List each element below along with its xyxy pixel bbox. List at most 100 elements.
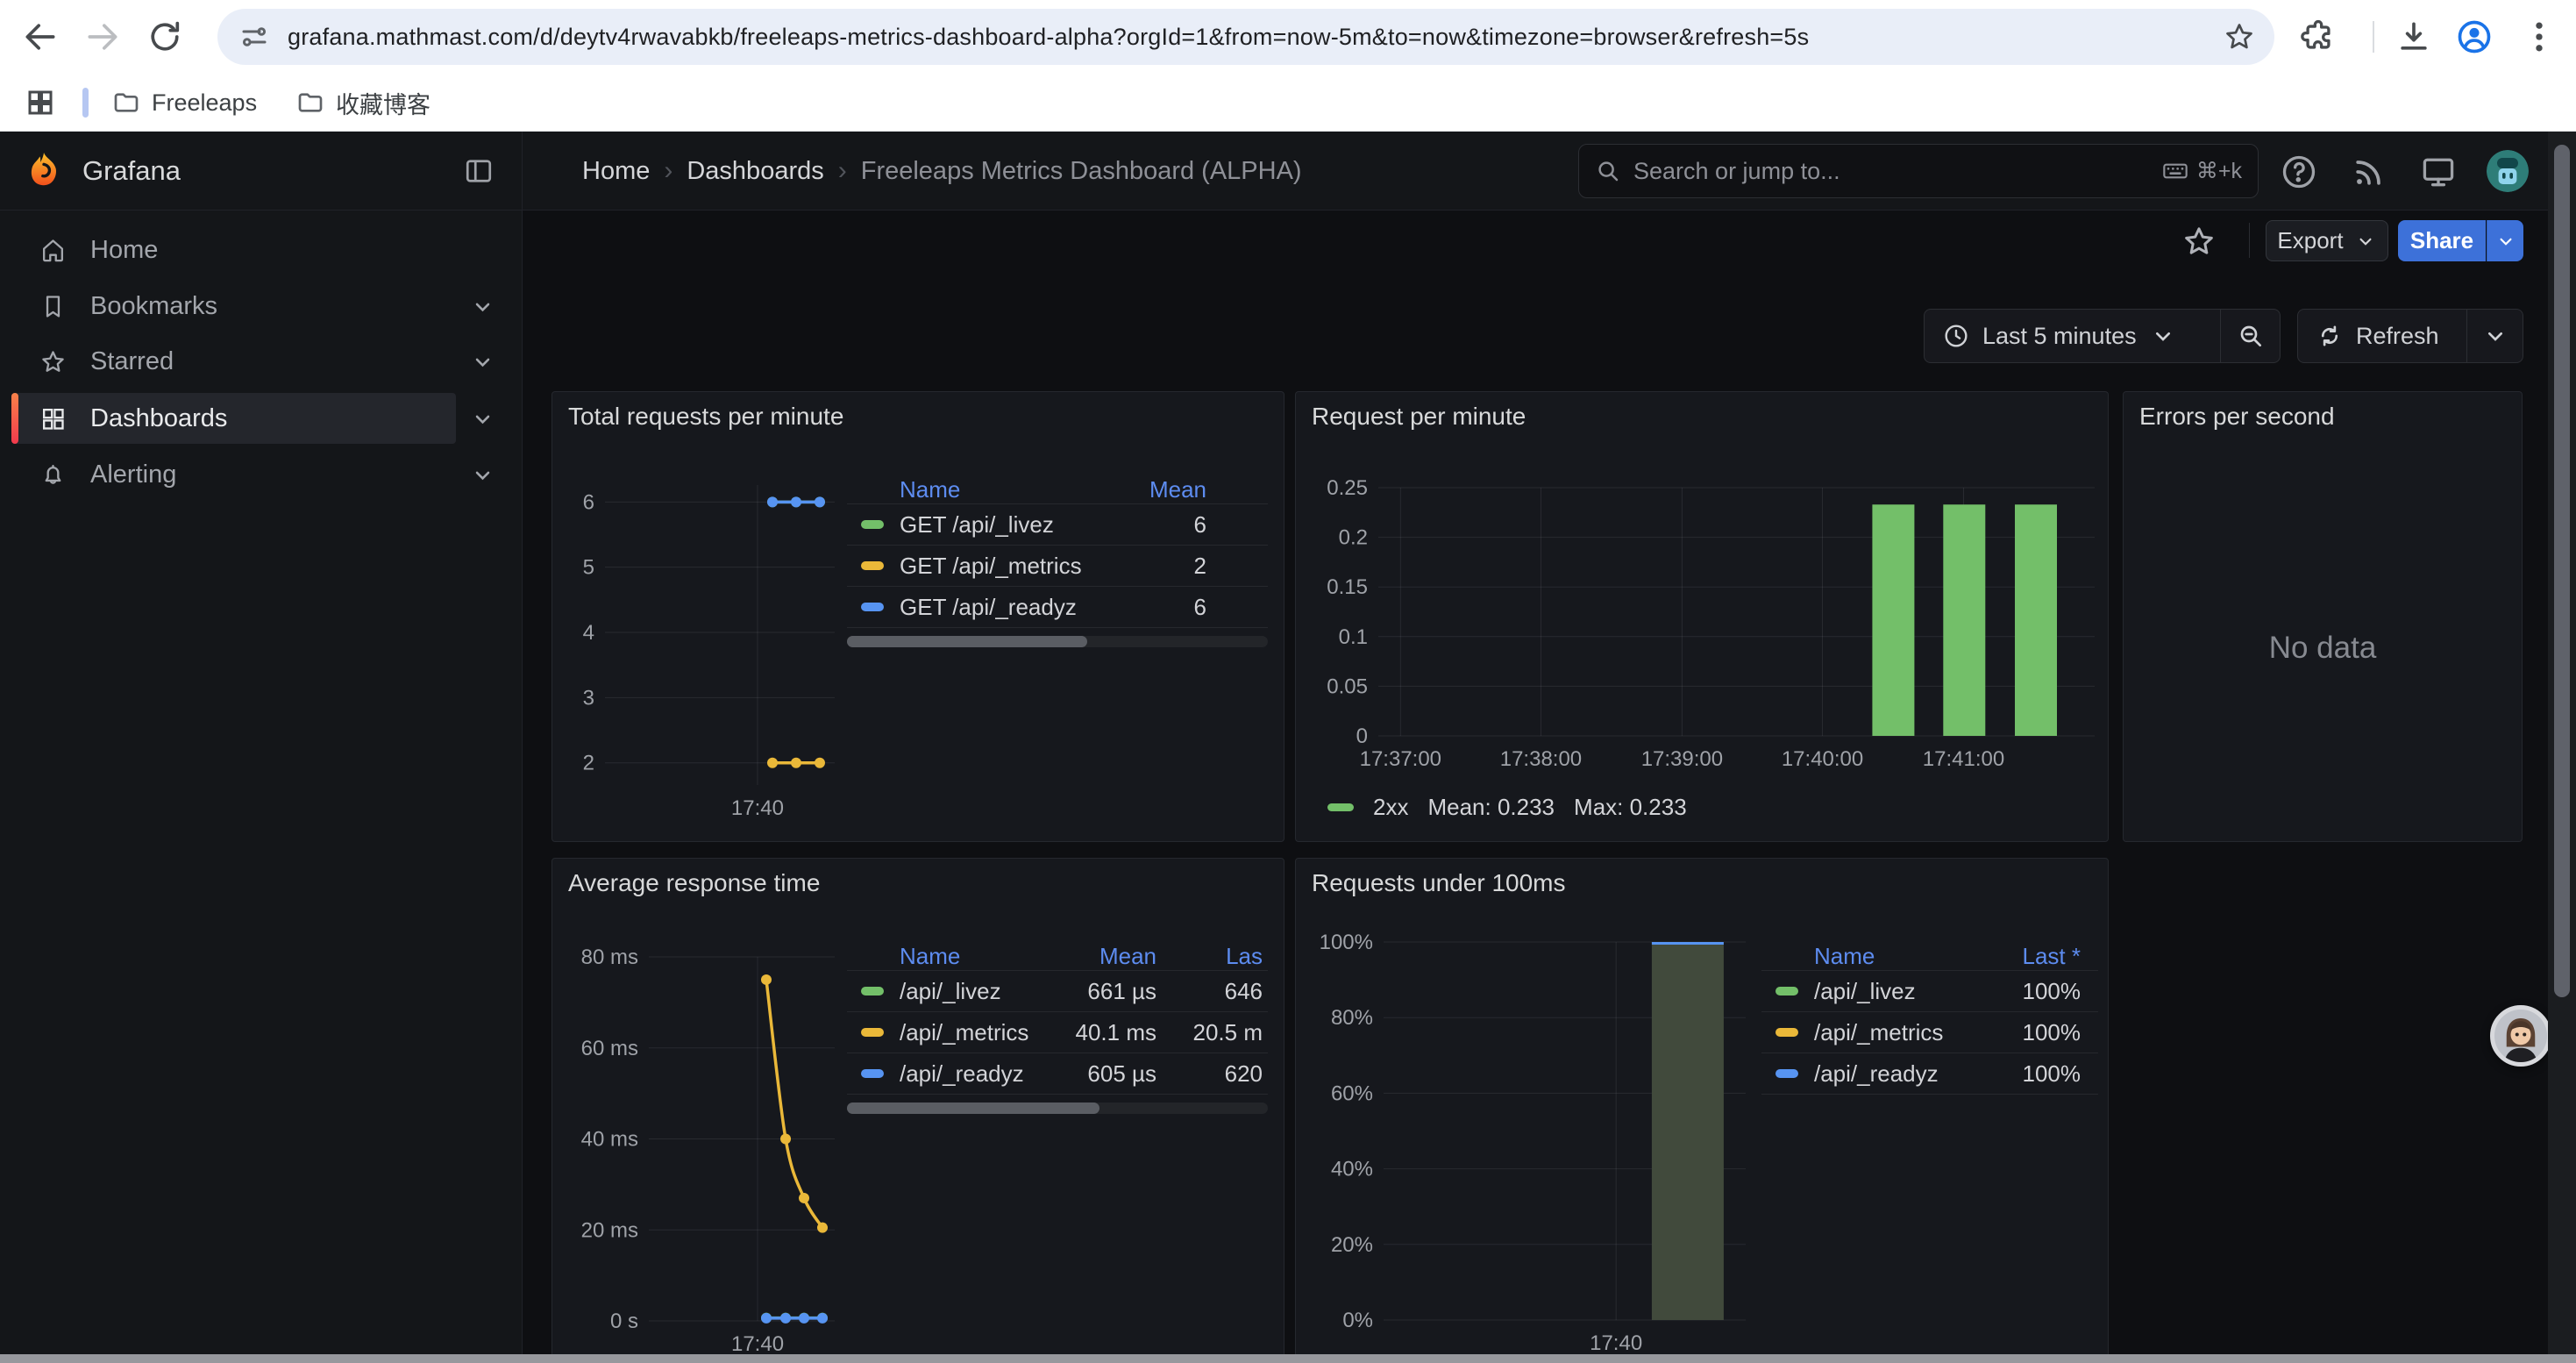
vertical-scrollbar[interactable] (2548, 132, 2576, 1363)
sidebar-item-alerting[interactable]: Alerting (11, 449, 456, 500)
breadcrumb-home[interactable]: Home (582, 157, 650, 186)
site-settings-icon[interactable] (238, 21, 270, 53)
reload-icon[interactable] (146, 18, 184, 56)
y-tick-label: 20% (1331, 1233, 1373, 1257)
sidebar-toggle-icon[interactable] (463, 155, 495, 187)
column-header[interactable]: Last * (1975, 943, 2081, 970)
bookmark-star-icon[interactable] (2224, 21, 2255, 53)
table-row: GET /api/_metrics2 (847, 546, 1268, 587)
sidebar-item-label: Dashboards (90, 404, 227, 433)
panel-title[interactable]: Average response time (568, 869, 820, 897)
table-row: /api/_readyz100% (1761, 1053, 2098, 1095)
sidebar-item-bookmarks[interactable]: Bookmarks (11, 281, 456, 332)
table-scrollbar[interactable] (847, 636, 1268, 647)
series-line (766, 980, 822, 1228)
grafana-logo[interactable] (23, 150, 65, 192)
apps-grid-icon[interactable] (25, 87, 56, 118)
series-color-pill[interactable] (861, 603, 884, 611)
kiosk-monitor-icon[interactable] (2419, 153, 2458, 191)
forward-icon[interactable] (83, 18, 122, 56)
panel-title[interactable]: Total requests per minute (568, 403, 843, 431)
sidebar-item-label: Bookmarks (90, 292, 217, 321)
table-row: GET /api/_livez6 (847, 504, 1268, 546)
search-placeholder: Search or jump to... (1633, 158, 2161, 185)
table-scrollbar-thumb[interactable] (847, 636, 1087, 647)
requests-under-100ms-chart[interactable]: 100%80%60%40%20%0%17:40 (1305, 927, 1831, 1363)
brand-name[interactable]: Grafana (82, 132, 181, 210)
column-header[interactable]: Mean (1050, 943, 1156, 970)
column-header[interactable]: Name (1761, 943, 1975, 970)
series-value: 605 µs (1050, 1060, 1156, 1088)
folder-icon (296, 89, 324, 117)
data-point (761, 974, 772, 985)
series-color-pill[interactable] (861, 1069, 884, 1078)
refresh-button[interactable]: Refresh (2298, 310, 2466, 362)
chevron-down-icon (2149, 322, 2177, 350)
search-input[interactable]: Search or jump to... ⌘+k (1578, 144, 2259, 198)
series-color-pill[interactable] (861, 520, 884, 529)
refresh-interval-button[interactable] (2466, 310, 2523, 362)
horizontal-scrollbar[interactable] (0, 1354, 2576, 1363)
user-avatar[interactable] (2487, 150, 2529, 192)
divider (2373, 21, 2374, 53)
column-header[interactable]: Name (847, 476, 1122, 503)
table-row: /api/_livez661 µs646 (847, 971, 1268, 1012)
column-header[interactable]: Mean (1122, 476, 1206, 503)
series-color-pill[interactable] (861, 561, 884, 570)
breadcrumb-dashboards[interactable]: Dashboards (687, 157, 823, 186)
search-icon (1595, 158, 1621, 184)
series-table: NameLast */api/_livez100%/api/_metrics10… (1761, 943, 2098, 1095)
series-table: NameMeanLas/api/_livez661 µs646/api/_met… (847, 943, 1268, 1114)
share-menu-button[interactable] (2487, 220, 2523, 261)
legend-series-name[interactable]: 2xx (1373, 794, 1408, 821)
chevron-down-icon[interactable] (469, 461, 496, 489)
extensions-icon[interactable] (2299, 18, 2338, 56)
bookmark-folder-blogs[interactable]: 收藏博客 (296, 84, 431, 121)
series-color-pill[interactable] (861, 1028, 884, 1037)
sidebar-item-dashboards[interactable]: Dashboards (11, 393, 456, 444)
help-icon[interactable] (2280, 153, 2318, 191)
bookmark-label: Freeleaps (152, 89, 257, 117)
navbar-brand-section: Grafana (0, 132, 523, 211)
back-icon[interactable] (21, 18, 60, 56)
chevron-down-icon[interactable] (469, 405, 496, 432)
table-scrollbar-thumb[interactable] (847, 1103, 1099, 1114)
column-header[interactable]: Name (847, 943, 1050, 970)
sidebar-item-starred[interactable]: Starred (11, 336, 456, 387)
legend-max: Max: 0.233 (1574, 794, 1687, 821)
export-button[interactable]: Export (2266, 220, 2388, 261)
series-color-pill[interactable] (861, 987, 884, 995)
zoom-out-icon (2237, 322, 2265, 350)
sidebar-item-home[interactable]: Home (11, 225, 456, 275)
chevron-down-icon[interactable] (469, 293, 496, 320)
table-scrollbar[interactable] (847, 1103, 1268, 1114)
favorite-star-icon[interactable] (2181, 224, 2217, 259)
downloads-icon[interactable] (2395, 18, 2433, 56)
browser-menu-icon[interactable] (2520, 18, 2558, 56)
share-button[interactable]: Share (2398, 220, 2486, 261)
panel-title[interactable]: Errors per second (2139, 403, 2335, 431)
data-point (817, 1313, 828, 1324)
series-color-pill[interactable] (1775, 987, 1798, 995)
data-point (791, 758, 801, 768)
news-rss-icon[interactable] (2350, 153, 2388, 191)
column-header[interactable]: Las (1156, 943, 1263, 970)
series-color-pill[interactable] (1775, 1069, 1798, 1078)
request-per-minute-chart[interactable]: 0.250.20.150.10.05017:37:0017:38:0017:39… (1305, 473, 2103, 832)
bookmark-folder-freeleaps[interactable]: Freeleaps (112, 84, 257, 121)
vertical-scrollbar-thumb[interactable] (2554, 145, 2570, 997)
profile-icon[interactable] (2455, 18, 2494, 56)
y-tick-label: 2 (583, 752, 594, 775)
series-color-pill[interactable] (1775, 1028, 1798, 1037)
x-tick-label: 17:41:00 (1923, 747, 2004, 771)
panel-title[interactable]: Request per minute (1312, 403, 1526, 431)
zoom-out-button[interactable] (2220, 310, 2280, 362)
address-bar[interactable]: grafana.mathmast.com/d/deytv4rwavabkb/fr… (217, 9, 2274, 65)
x-tick-label: 17:38:00 (1500, 747, 1582, 771)
time-range-picker[interactable]: Last 5 minutes (1925, 310, 2220, 362)
floating-assistant-avatar[interactable] (2490, 1005, 2551, 1067)
panel-title[interactable]: Requests under 100ms (1312, 869, 1566, 897)
shortcut-text: ⌘+k (2196, 158, 2242, 184)
chevron-down-icon[interactable] (469, 348, 496, 375)
series-value: 620 (1156, 1060, 1263, 1088)
